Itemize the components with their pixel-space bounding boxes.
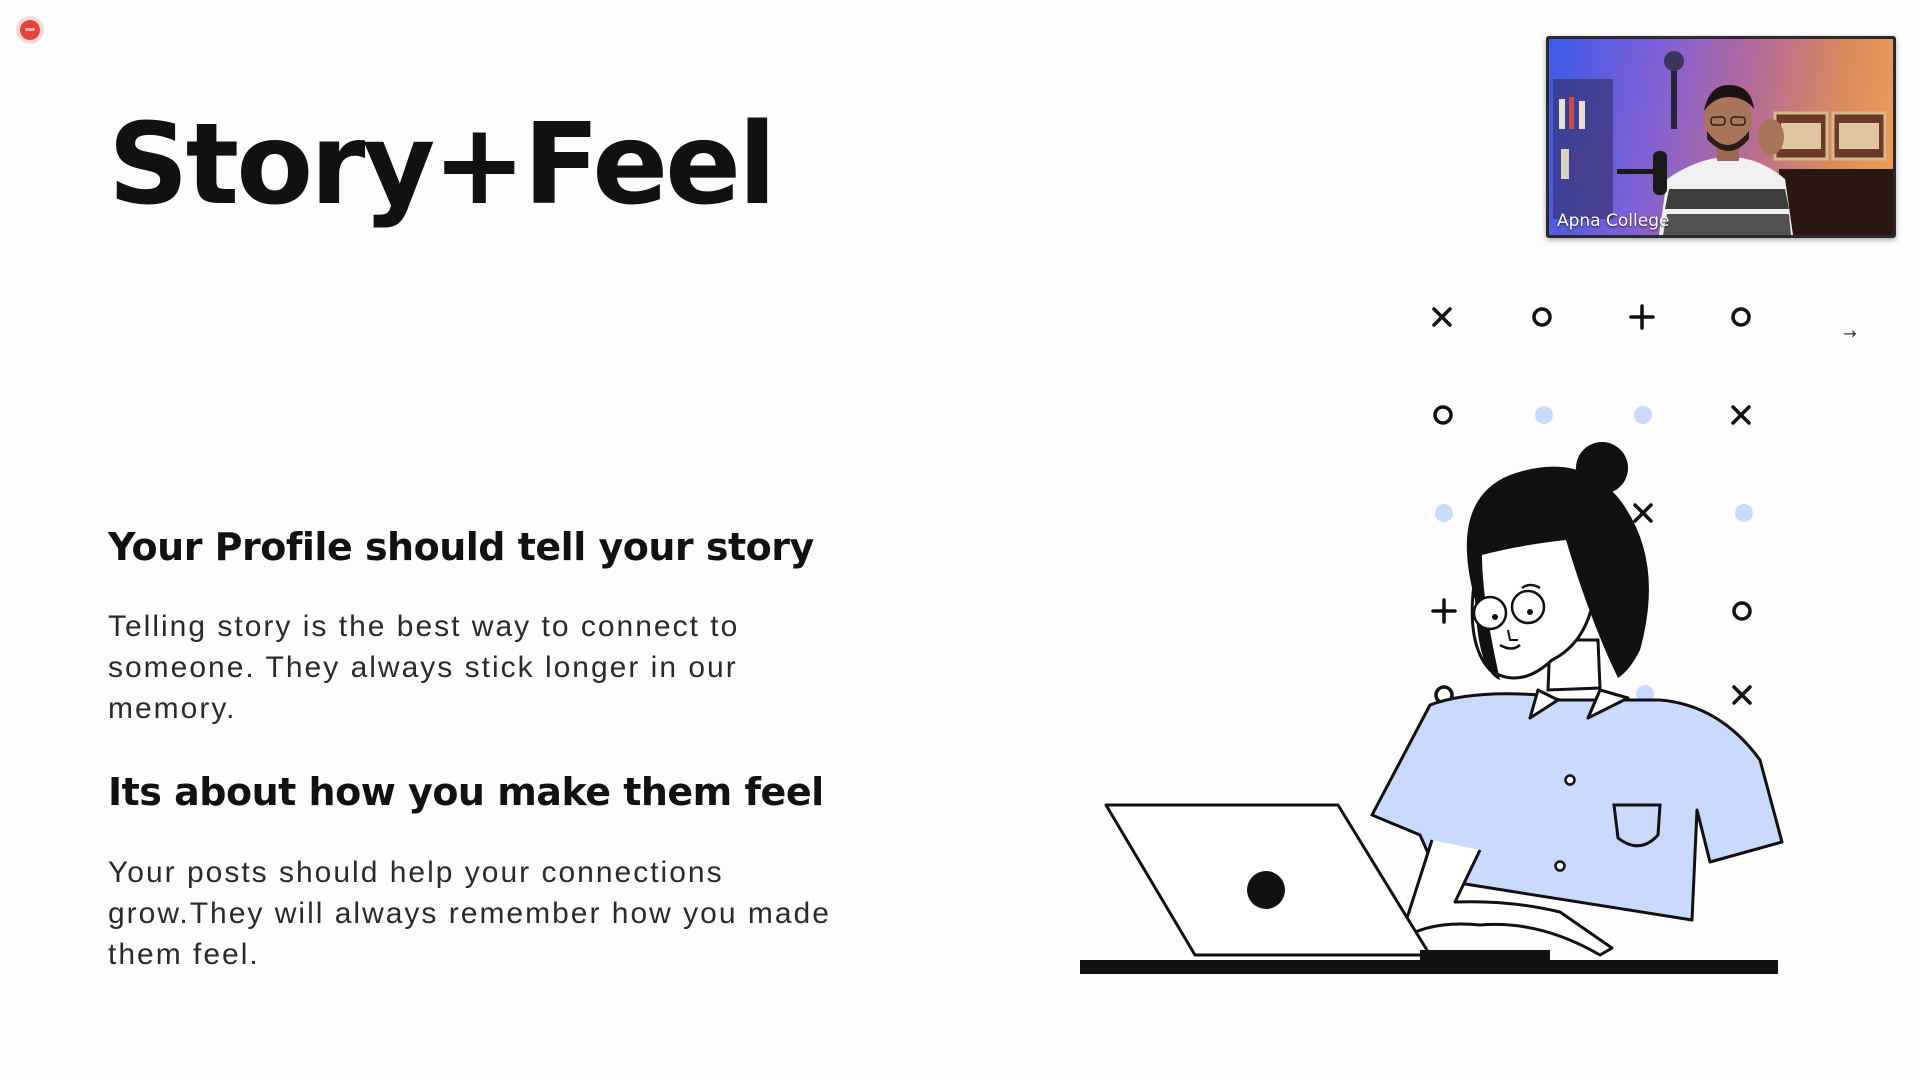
section-heading-story: Your Profile should tell your story: [108, 525, 814, 569]
character-hair-bun: [1576, 442, 1628, 494]
cross-mark-icon: [1732, 685, 1752, 705]
laptop-logo: [1247, 871, 1285, 909]
circle-mark-icon: [1731, 307, 1751, 327]
desk: [1080, 960, 1778, 974]
circle-mark-icon: [1532, 307, 1552, 327]
cross-mark-icon: [1633, 503, 1653, 523]
circle-mark-icon: [1732, 601, 1752, 621]
participant-name-label: Apna College: [1557, 211, 1670, 231]
slide-title: Story+Feel: [108, 100, 777, 230]
arrow-right-icon[interactable]: →: [1840, 324, 1860, 344]
plus-mark-icon: [1629, 304, 1655, 330]
section-heading-feel: Its about how you make them feel: [108, 770, 824, 814]
presentation-slide: Story+Feel Your Profile should tell your…: [0, 0, 1920, 1080]
cross-mark-icon: [1432, 307, 1452, 327]
circle-mark-icon: [1433, 405, 1453, 425]
cross-mark-icon: [1731, 405, 1751, 425]
participant-video-thumbnail[interactable]: Apna College: [1546, 36, 1896, 238]
recording-indicator[interactable]: [20, 20, 40, 40]
section-body-story: Telling story is the best way to connect…: [108, 610, 740, 725]
section-body-feel: Your posts should help your connections …: [108, 856, 831, 971]
video-frame-scene: [1553, 51, 1893, 235]
woman-at-laptop-illustration: [1080, 304, 1784, 974]
plus-mark-icon: [1431, 598, 1457, 624]
